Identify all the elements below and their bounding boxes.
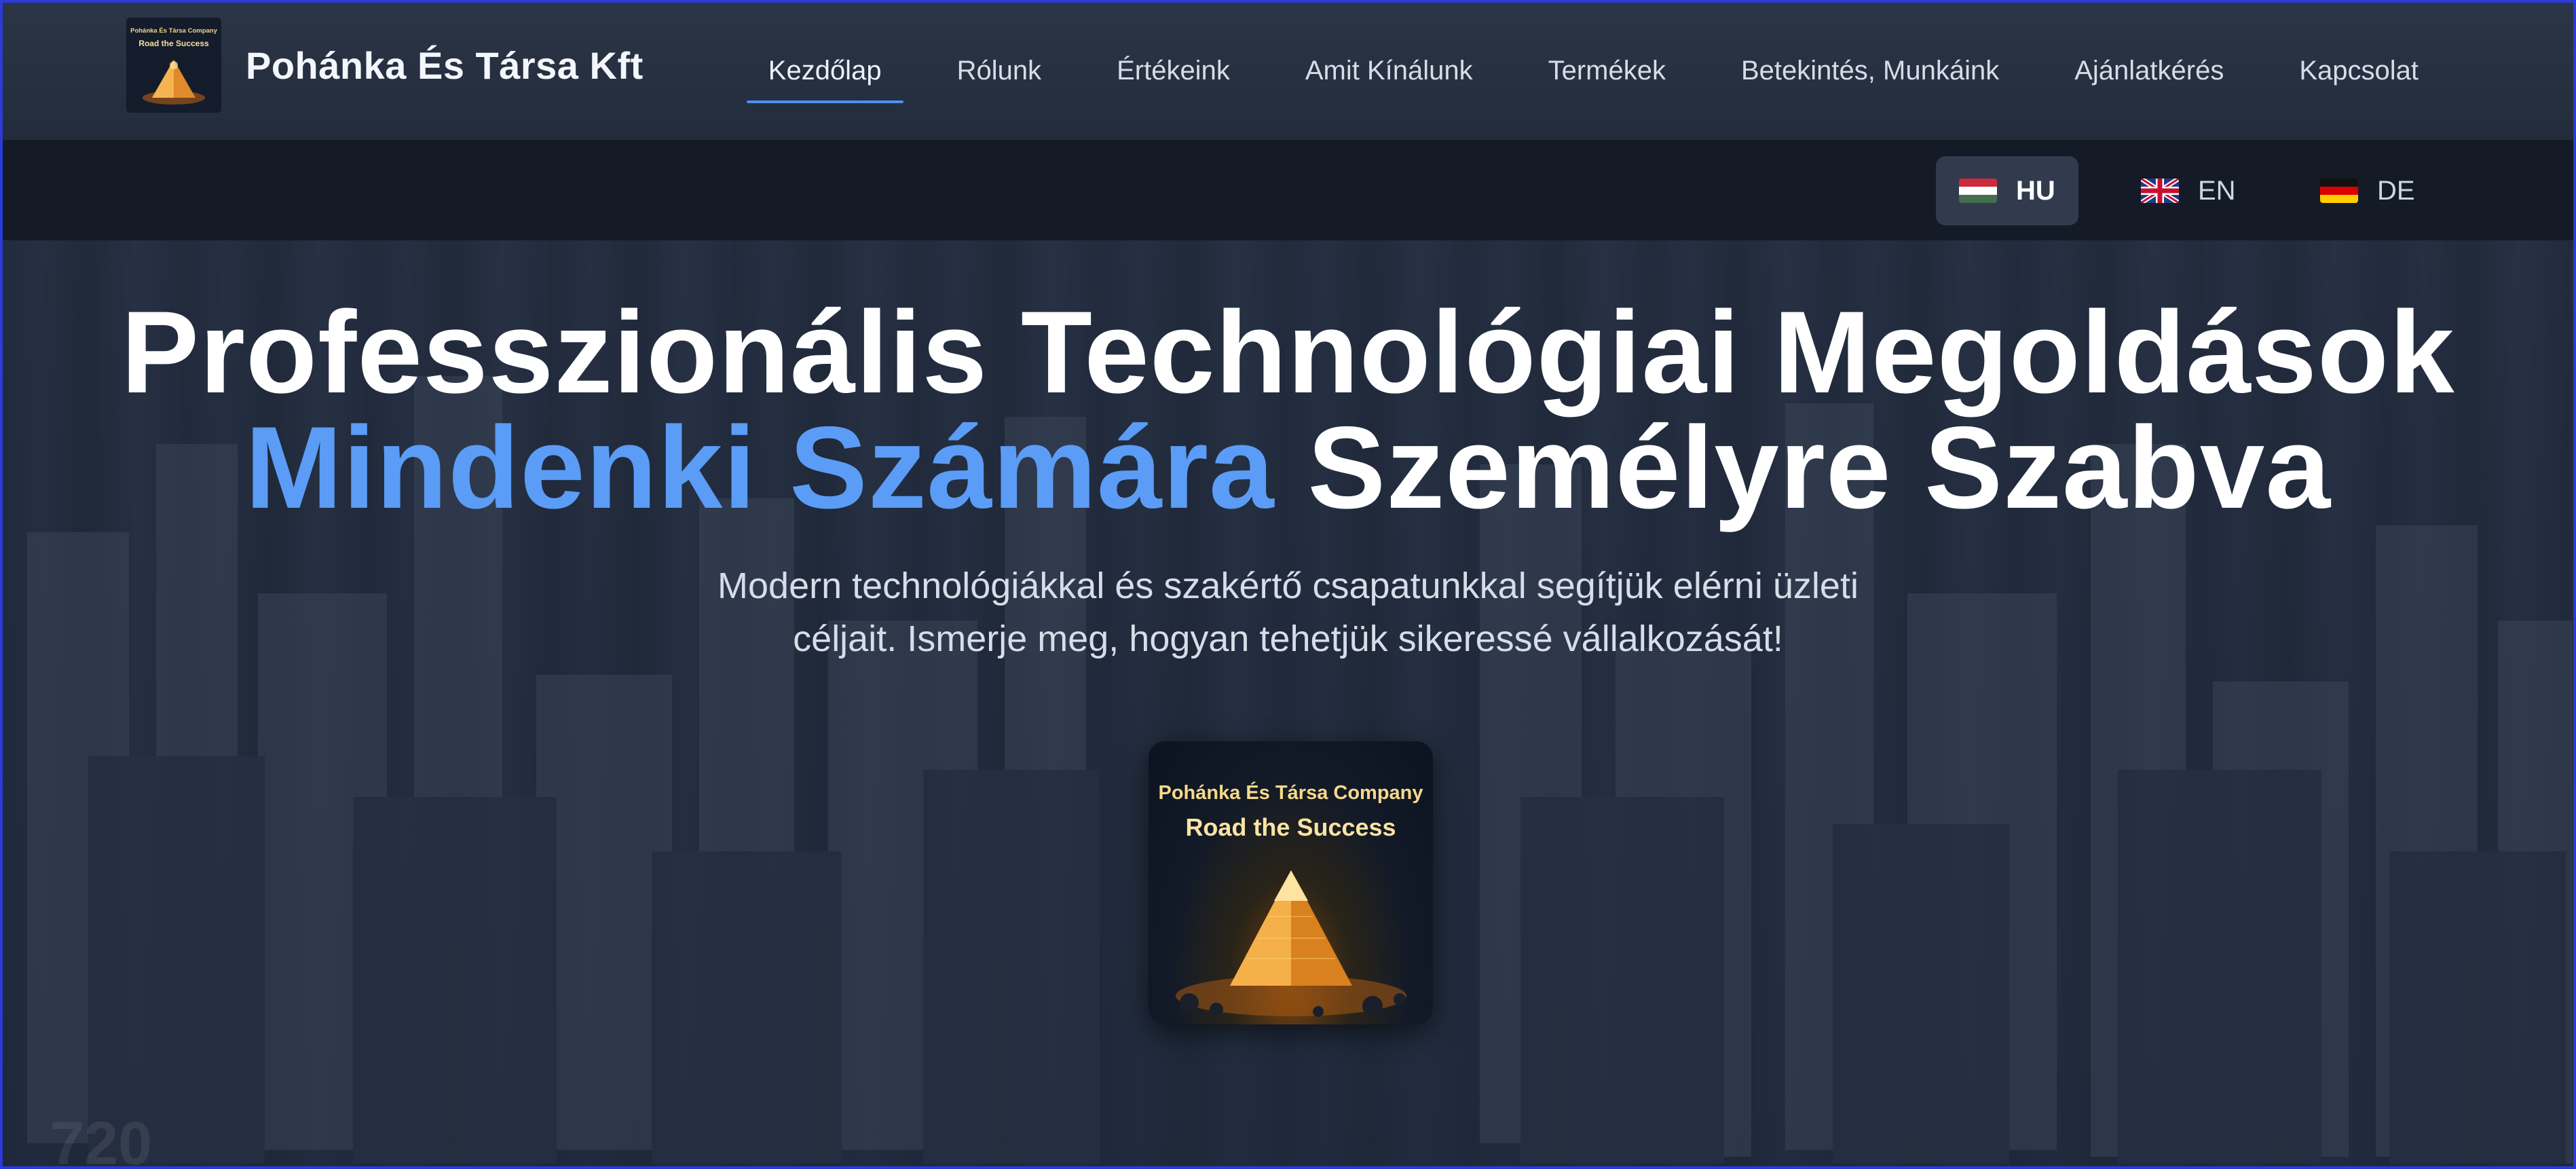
germany-flag-icon [2320, 179, 2358, 203]
language-button-hu[interactable]: HU [1936, 156, 2078, 225]
hero-subtitle: Modern technológiákkal és szakértő csapa… [611, 559, 1965, 665]
nav-item-betekintes-munkaink[interactable]: Betekintés, Munkáink [1719, 38, 2021, 103]
nav-item-kezdolap[interactable]: Kezdőlap [746, 38, 903, 103]
hero-title-line1: Professzionális Technológiai Megoldások [121, 287, 2455, 418]
brand[interactable]: Pohánka És Társa Company Road the Succes… [126, 18, 643, 113]
card-slogan: Road the Success [1185, 813, 1396, 841]
brand-logo[interactable]: Pohánka És Társa Company Road the Succes… [126, 18, 221, 113]
card-company-name: Pohánka És Társa Company [1158, 782, 1423, 804]
nav-item-rolunk[interactable]: Rólunk [935, 38, 1064, 103]
hero-title-accent: Mindenki Számára [244, 403, 1275, 533]
hero-subtitle-line2: céljait. Ismerje meg, hogyan tehetjük si… [793, 618, 1783, 659]
navbar: Pohánka És Társa Company Road the Succes… [0, 0, 2576, 141]
language-label: HU [2016, 175, 2055, 206]
language-button-en[interactable]: EN [2118, 156, 2259, 225]
language-label: EN [2198, 175, 2236, 206]
nav-item-kapcsolat[interactable]: Kapcsolat [2277, 38, 2440, 103]
hero-section: Professzionális Technológiai Megoldások … [0, 240, 2576, 1169]
nav-item-amit-kinalunk[interactable]: Amit Kínálunk [1284, 38, 1495, 103]
background-watermark: 720 [50, 1110, 153, 1169]
svg-text:Road the Success: Road the Success [138, 39, 209, 48]
hero-title-rest: Személyre Szabva [1274, 403, 2332, 533]
main-nav: Kezdőlap Rólunk Értékeink Amit Kínálunk … [746, 38, 2440, 103]
svg-text:Pohánka És Társa Company: Pohánka És Társa Company [130, 27, 217, 35]
hero-title-line2: Mindenki Számára Személyre Szabva [0, 409, 2576, 526]
nav-item-termekek[interactable]: Termékek [1527, 38, 1687, 103]
language-bar: HU EN DE [0, 141, 2576, 240]
language-label: DE [2377, 175, 2415, 206]
uk-flag-icon [2141, 179, 2179, 203]
nav-item-ajanlatkeres[interactable]: Ajánlatkérés [2053, 38, 2245, 103]
brand-name[interactable]: Pohánka És Társa Kft [246, 43, 643, 88]
hero-logo-card: Pohánka És Társa Company Road the Succes… [1149, 741, 1433, 1024]
hungary-flag-icon [1959, 179, 1997, 203]
hero-subtitle-line1: Modern technológiákkal és szakértő csapa… [717, 565, 1859, 606]
nav-item-ertekeink[interactable]: Értékeink [1095, 38, 1252, 103]
language-button-de[interactable]: DE [2297, 156, 2438, 225]
